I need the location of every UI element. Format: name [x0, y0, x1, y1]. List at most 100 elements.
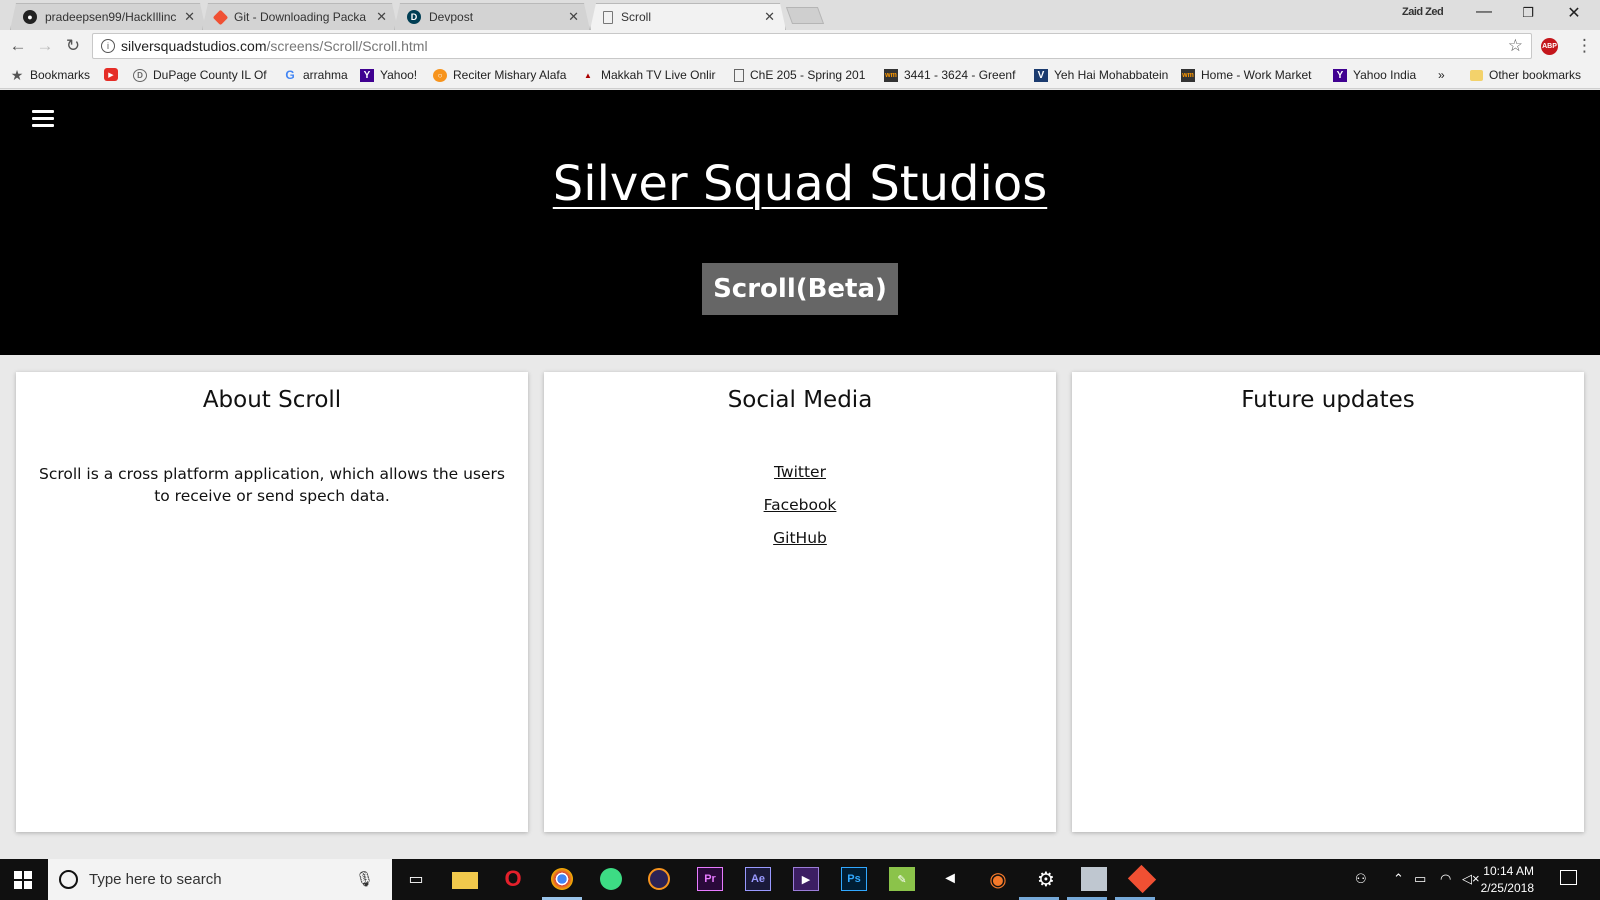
bookmark-label: Home - Work Market: [1201, 68, 1312, 82]
bookmark-bookmarks[interactable]: ★ Bookmarks: [10, 66, 90, 83]
tab-title: Devpost: [429, 10, 474, 24]
browser-menu-icon[interactable]: ⋮: [1576, 36, 1593, 56]
action-center-icon[interactable]: [1560, 870, 1577, 885]
wifi-icon[interactable]: ◠: [1440, 871, 1451, 887]
restore-icon[interactable]: ❐: [1508, 5, 1548, 21]
bookmark-reciter[interactable]: ○ Reciter Mishary Alafa: [433, 68, 566, 82]
bookmark-che205[interactable]: ChE 205 - Spring 201: [734, 68, 865, 82]
bookmarks-overflow-button[interactable]: »: [1438, 68, 1445, 82]
google-icon: G: [285, 68, 295, 82]
blender-icon[interactable]: ◉: [985, 867, 1011, 891]
tab-title: pradeepsen99/HackIllinc: [45, 10, 177, 24]
folder-icon: [1470, 69, 1483, 81]
adblock-icon[interactable]: ABP: [1541, 38, 1558, 55]
forward-icon[interactable]: →: [34, 36, 56, 56]
notepad-icon[interactable]: ✎: [889, 867, 915, 891]
new-tab-button[interactable]: [785, 7, 825, 24]
system-clock[interactable]: 10:14 AM 2/25/2018: [1468, 863, 1534, 897]
taskbar-search[interactable]: Type here to search 🎙: [48, 859, 392, 900]
web-page: Silver Squad Studios Scroll(Beta) About …: [0, 90, 1600, 859]
tab-devpost[interactable]: D Devpost ✕: [394, 3, 590, 30]
window-close-icon[interactable]: ✕: [1554, 3, 1594, 23]
card-title: Future updates: [1241, 387, 1415, 413]
bookmark-greenf[interactable]: wm 3441 - 3624 - Greenf: [884, 68, 1015, 82]
site-title-link[interactable]: Silver Squad Studios: [0, 156, 1600, 212]
after-effects-icon[interactable]: Ae: [745, 867, 771, 891]
close-icon[interactable]: ✕: [764, 9, 775, 25]
bookmark-yeh-hai[interactable]: V Yeh Hai Mohabbatein: [1034, 68, 1168, 82]
dupage-icon: D: [133, 68, 147, 82]
workmarket-icon: wm: [1181, 68, 1195, 82]
bookmark-youtube[interactable]: ▶: [104, 68, 124, 81]
bookmark-label: DuPage County IL Of: [153, 68, 267, 82]
future-updates-card: Future updates: [1072, 372, 1584, 832]
bookmark-label: Makkah TV Live Onlir: [601, 68, 716, 82]
android-studio-icon[interactable]: [600, 868, 622, 890]
card-title: About Scroll: [202, 387, 342, 413]
bookmark-star-icon[interactable]: ☆: [1508, 36, 1523, 56]
file-explorer-icon[interactable]: [452, 872, 478, 889]
back-icon[interactable]: ←: [7, 36, 29, 56]
people-icon[interactable]: ⚇: [1355, 871, 1367, 887]
facebook-link[interactable]: Facebook: [544, 496, 1056, 514]
tab-scroll[interactable]: Scroll ✕: [590, 3, 786, 30]
bookmark-arrahma[interactable]: Garrahma: [283, 68, 347, 82]
tab-title: Git - Downloading Packa: [234, 10, 367, 24]
bookmark-work-market[interactable]: wm Home - Work Market: [1181, 68, 1311, 82]
bookmark-label: Other bookmarks: [1489, 68, 1582, 82]
microphone-icon[interactable]: 🎙: [355, 870, 374, 888]
bookmark-makkah[interactable]: ▲ Makkah TV Live Onlir: [581, 68, 716, 82]
bookmark-label: Yahoo India: [1353, 68, 1417, 82]
git-icon: [213, 9, 229, 25]
bookmark-yahoo-india[interactable]: Y Yahoo India: [1333, 68, 1416, 82]
close-icon[interactable]: ✕: [568, 9, 579, 25]
unity-icon[interactable]: ◄: [937, 867, 963, 891]
git-taskbar-icon[interactable]: [1127, 864, 1157, 894]
clock-date: 2/25/2018: [1480, 881, 1534, 895]
close-icon[interactable]: ✕: [184, 9, 195, 25]
network-icon[interactable]: [1081, 867, 1107, 891]
url-path: /screens/Scroll/Scroll.html: [266, 38, 428, 54]
makkah-icon: ▲: [584, 70, 592, 80]
battery-icon[interactable]: ▭: [1414, 871, 1426, 887]
bookmark-label: Yahoo!: [380, 68, 418, 82]
bookmark-label: 3441 - 3624 - Greenf: [904, 68, 1016, 82]
bookmark-label: Reciter Mishary Alafa: [453, 68, 567, 82]
reciter-icon: ○: [433, 68, 447, 82]
show-hidden-icons-chevron-icon[interactable]: ⌃: [1393, 871, 1404, 887]
scroll-beta-button[interactable]: Scroll(Beta): [702, 263, 898, 315]
opera-icon[interactable]: O: [500, 866, 526, 891]
tab-strip: ● pradeepsen99/HackIllinc ✕ Git - Downlo…: [0, 0, 1600, 30]
profile-button[interactable]: Zaid Zed: [1402, 6, 1444, 18]
eclipse-icon[interactable]: [648, 868, 670, 890]
windows-start-icon[interactable]: [14, 871, 32, 889]
cortana-icon: [59, 870, 78, 889]
bookmark-dupage[interactable]: D DuPage County IL Of: [133, 68, 267, 82]
minimize-icon[interactable]: —: [1464, 3, 1504, 21]
star-icon: ★: [10, 66, 24, 83]
chrome-icon[interactable]: [551, 868, 573, 890]
photoshop-icon[interactable]: Ps: [841, 867, 867, 891]
info-icon[interactable]: i: [101, 39, 115, 53]
card-title: Social Media: [727, 387, 873, 413]
tab-git[interactable]: Git - Downloading Packa ✕: [202, 3, 398, 30]
close-icon[interactable]: ✕: [376, 9, 387, 25]
youtube-icon: ▶: [104, 68, 118, 81]
hamburger-menu-icon[interactable]: [32, 110, 54, 131]
visual-studio-icon[interactable]: ▶: [793, 867, 819, 891]
premiere-icon[interactable]: Pr: [697, 867, 723, 891]
settings-icon[interactable]: ⚙: [1033, 867, 1059, 891]
task-view-icon[interactable]: ▭: [403, 867, 429, 891]
bookmark-label: ChE 205 - Spring 201: [750, 68, 866, 82]
reload-icon[interactable]: ↻: [62, 36, 84, 56]
document-icon: [734, 68, 744, 82]
browser-toolbar: ← → ↻ i silversquadstudios.com/screens/S…: [0, 30, 1600, 62]
twitter-link[interactable]: Twitter: [544, 463, 1056, 481]
github-icon: ●: [23, 10, 37, 24]
hero-header: Silver Squad Studios Scroll(Beta): [0, 90, 1600, 355]
bookmark-other[interactable]: Other bookmarks: [1470, 68, 1581, 82]
address-bar[interactable]: i silversquadstudios.com/screens/Scroll/…: [92, 33, 1532, 59]
github-link[interactable]: GitHub: [544, 529, 1056, 547]
bookmark-yahoo[interactable]: Y Yahoo!: [360, 68, 417, 82]
tab-github[interactable]: ● pradeepsen99/HackIllinc ✕: [10, 3, 206, 30]
